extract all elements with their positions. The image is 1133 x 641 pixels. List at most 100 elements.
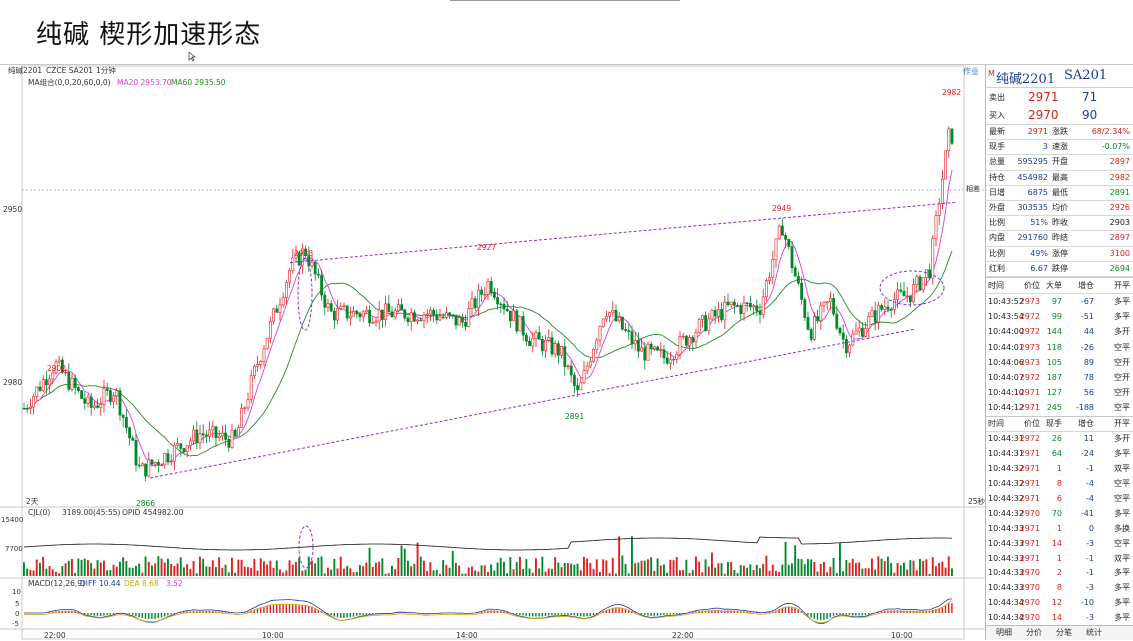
table-header-cell: 时间 [988, 278, 1004, 293]
macd-diff: DIFF 10.44 [80, 579, 121, 588]
tab-0[interactable]: 明细 [996, 626, 1012, 640]
chart-period[interactable]: 1分钟 [96, 65, 116, 75]
chart-area[interactable]: 纯碱2201 CZCE SA201 1分钟 MA组合(0,0,20,60,0,0… [0, 65, 985, 640]
price-axis-label: 2950 [3, 205, 22, 214]
macd-bar [833, 613, 834, 616]
candle [484, 294, 486, 295]
table-cell: 64 [1052, 447, 1062, 462]
candle [685, 336, 687, 345]
candle [721, 309, 723, 320]
table-cell: 多平 [1114, 596, 1130, 611]
candle [420, 320, 422, 321]
table-cell: -51 [1081, 309, 1094, 324]
candle [45, 380, 47, 385]
macd-axis-label: 5 [15, 600, 19, 608]
macd-bar [282, 604, 283, 613]
macd-bar [820, 613, 821, 620]
volume-bar [903, 563, 905, 576]
table-row: 10:43:52297397-67多平 [986, 294, 1133, 309]
stat-key: 最高 [1052, 171, 1068, 185]
table-cell: 双平 [1114, 462, 1130, 477]
table-cell: -4 [1086, 477, 1094, 492]
candle [68, 372, 70, 389]
volume-bar [458, 565, 460, 576]
ma-legend-label: MA组合(0,0,20,60,0,0) [28, 77, 111, 87]
volume-bar [794, 545, 796, 576]
table-cell: 空开 [1114, 355, 1130, 370]
macd-bar [660, 613, 661, 615]
volume-bar [305, 570, 307, 576]
macd-bar [823, 613, 824, 620]
volume-bar [407, 561, 409, 576]
tab-1[interactable]: 分价 [1026, 626, 1042, 640]
candle [455, 315, 457, 325]
volume-bar [410, 566, 412, 576]
candle [154, 462, 156, 464]
volume-bar [708, 567, 710, 576]
volume-bar [877, 556, 879, 576]
candle [465, 322, 467, 326]
candle [87, 397, 89, 403]
candle [545, 340, 547, 351]
candle [135, 440, 137, 465]
table-cell: 245 [1047, 400, 1062, 415]
stat-value: 2982 [1110, 171, 1130, 185]
volume-bar [468, 567, 470, 576]
table-cell: 118 [1047, 340, 1062, 355]
volume-bar [817, 572, 819, 576]
volume-bar [23, 562, 25, 576]
candle [820, 306, 822, 321]
macd-bar [788, 607, 789, 613]
volume-bar [340, 557, 342, 576]
volume-bar [228, 572, 230, 576]
volume-bar [42, 557, 44, 576]
volume-bar [596, 559, 598, 576]
stat-key: 跌停 [1052, 262, 1068, 276]
tab-3[interactable]: 统计 [1086, 626, 1102, 640]
candle [804, 300, 806, 318]
volume-bar [797, 559, 799, 576]
candle [580, 383, 582, 390]
macd-bar [519, 613, 520, 615]
stat-row: 比例49%涨停3100 [986, 247, 1133, 262]
table-cell: 2971 [1020, 492, 1040, 507]
volume-bar [522, 569, 524, 576]
volume-bar [257, 571, 259, 576]
table-cell: 多平 [1114, 309, 1130, 324]
tab-2[interactable]: 分笔 [1056, 626, 1072, 640]
candle [317, 274, 319, 275]
volume-bar [535, 558, 537, 576]
candle [951, 129, 953, 144]
volume-bar [263, 561, 265, 576]
table-cell: 10:44:06 [988, 355, 1024, 370]
macd-bar [167, 613, 168, 615]
volume-bar [170, 564, 172, 576]
buy-qty: 90 [1082, 108, 1097, 122]
chart-symbol: 纯碱2201 [8, 65, 42, 75]
price-chart[interactable]: 纯碱2201 CZCE SA201 1分钟 MA组合(0,0,20,60,0,0… [0, 65, 985, 640]
volume-bar [349, 568, 351, 576]
volume-bar [260, 558, 262, 576]
stat-value: 6875 [1028, 186, 1048, 200]
candle [570, 366, 572, 375]
stat-key: 日增 [989, 186, 1005, 200]
volume-bar [45, 569, 47, 576]
volume-bar [36, 560, 38, 576]
volume-bar [932, 557, 934, 576]
volume-bar [615, 574, 617, 576]
table-cell: 2971 [1020, 462, 1040, 477]
volume-bar [839, 543, 841, 576]
corner-tag[interactable]: 作业 [963, 66, 979, 76]
candle [276, 309, 278, 313]
candle [234, 430, 236, 436]
volume-bar [660, 565, 662, 576]
candle [506, 309, 508, 311]
candle [836, 314, 838, 328]
volume-bar [442, 560, 444, 576]
stat-value: 595295 [1017, 155, 1048, 169]
candle [391, 312, 393, 317]
volume-bar [289, 560, 291, 576]
volume-bar [282, 573, 284, 576]
volume-bar [151, 566, 153, 576]
candle [215, 427, 217, 438]
